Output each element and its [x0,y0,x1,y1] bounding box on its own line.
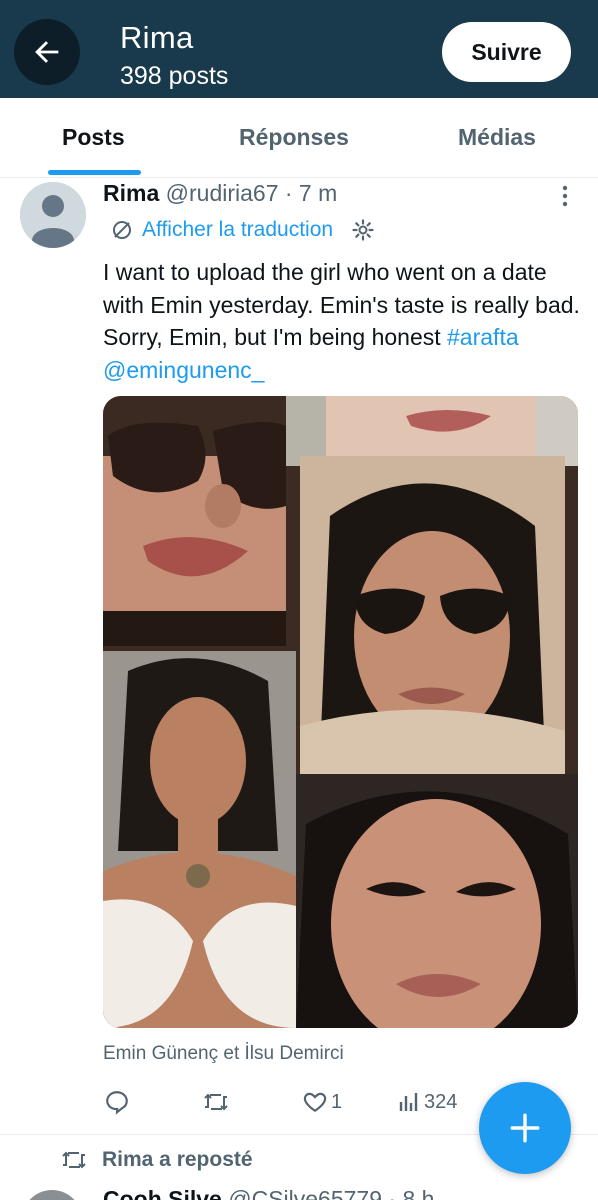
more-options-icon[interactable] [558,184,572,208]
photo-tile-5 [296,774,578,1028]
translate-icon [113,221,131,239]
heart-icon [303,1092,327,1112]
tweet-text: I want to upload the girl who went on a … [103,256,583,386]
follow-button[interactable]: Suivre [442,22,571,82]
repost-button[interactable] [202,1088,230,1116]
profile-name: Rima [120,20,194,55]
profile-header: Rima 398 posts Suivre [0,0,598,98]
gear-icon[interactable] [351,218,375,242]
plus-icon [510,1113,540,1143]
views-button[interactable]: 324 [397,1088,457,1116]
next-author-meta: @CSilve65779 · 8 h [228,1186,435,1200]
media-caption[interactable]: Emin Günenç et İlsu Demirci [103,1043,344,1065]
default-avatar-icon [20,182,86,248]
views-chart-icon [399,1093,418,1111]
photo-tile-1 [103,396,286,646]
avatar[interactable] [20,182,86,248]
like-button[interactable]: 1 [302,1088,342,1116]
avatar[interactable] [22,1190,82,1200]
repost-context[interactable]: Rima a reposté [60,1148,253,1172]
next-tweet-header: Cooh Silve @CSilve65779 · 8 h [103,1186,434,1200]
next-author-name[interactable]: Cooh Silve [103,1186,222,1200]
photo-tile-4 [103,651,296,1028]
back-button[interactable] [14,19,80,85]
tab-media[interactable]: Médias [458,124,536,151]
like-count: 1 [331,1090,343,1113]
repost-icon [204,1093,228,1111]
reply-icon [106,1091,128,1115]
reply-button[interactable] [104,1088,130,1116]
tweet-photo[interactable] [103,396,578,1028]
repost-label: Rima a reposté [102,1148,253,1171]
profile-tabs: Posts Réponses Médias [0,98,598,178]
photo-tile-3 [300,456,565,774]
views-count: 324 [424,1090,458,1113]
post-count: 398 posts [120,62,229,90]
translate-row[interactable]: Afficher la traduction [110,216,375,244]
tweet-header: Rima @rudiria67 · 7 m [103,180,337,207]
author-meta: @rudiria67 · 7 m [165,180,338,206]
active-tab-indicator [48,170,141,175]
hashtag-link[interactable]: #arafta [447,324,519,350]
tab-replies[interactable]: Réponses [239,124,349,151]
mention-link[interactable]: @emingunenc_ [103,357,264,383]
author-name[interactable]: Rima [103,180,159,206]
repost-icon [62,1151,86,1169]
tab-posts[interactable]: Posts [62,124,125,151]
compose-button[interactable] [479,1082,571,1174]
arrow-left-icon [35,41,59,63]
translate-link[interactable]: Afficher la traduction [142,218,333,242]
